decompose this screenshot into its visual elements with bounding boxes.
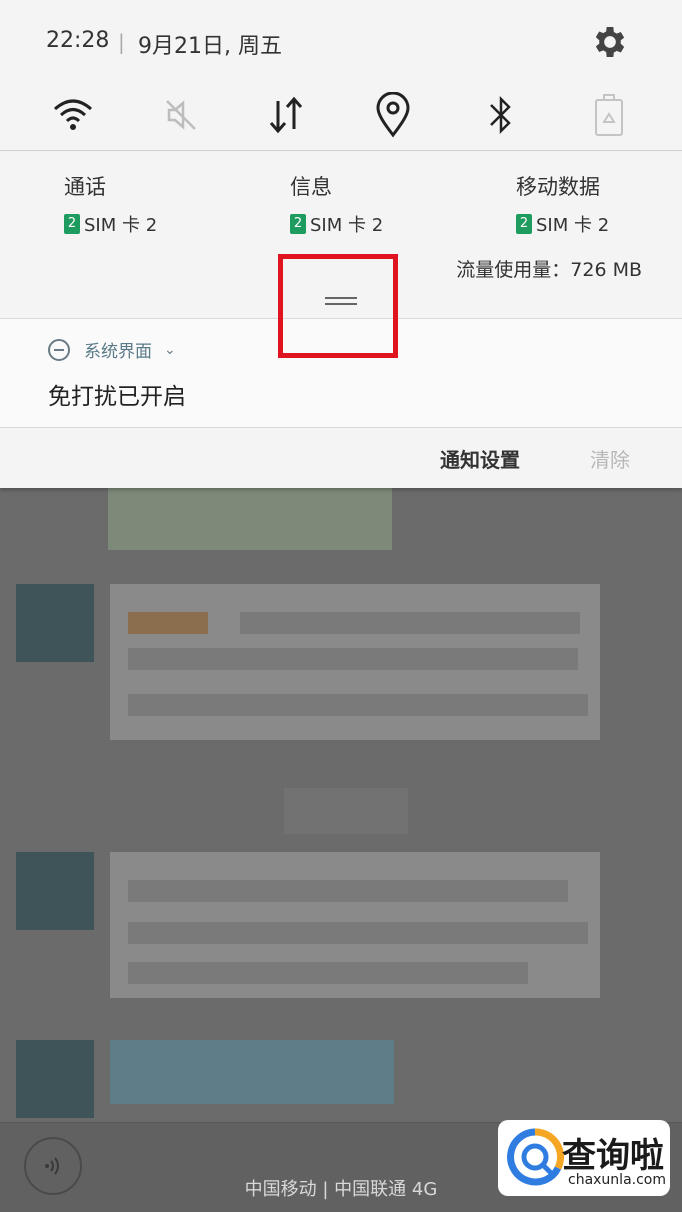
- sim-messages-value: SIM 卡 2: [310, 215, 384, 236]
- blurred-message-bubble: [110, 584, 600, 740]
- separator: |: [118, 30, 125, 54]
- sound-muted-icon: [166, 100, 196, 130]
- blurred-image-message: [108, 488, 392, 550]
- sim-mobile-data-title: 移动数据: [516, 175, 600, 199]
- sim-calls-title: 通话: [64, 175, 106, 199]
- voice-icon: [45, 1157, 59, 1175]
- location-toggle[interactable]: [366, 88, 420, 142]
- sim-mobile-data[interactable]: 移动数据 2 SIM 卡 2: [516, 171, 609, 237]
- power-saving-toggle[interactable]: [582, 88, 636, 142]
- do-not-disturb-icon: [48, 338, 70, 361]
- notification-shade: 22:28 | 9月21日, 周五 通话 2 SIM 卡 2 信息 2 SIM …: [0, 0, 682, 488]
- avatar: [16, 584, 94, 662]
- avatar: [16, 1040, 94, 1118]
- sim-badge: 2: [64, 214, 80, 234]
- annotation-highlight-box: [278, 254, 398, 358]
- location-icon: [376, 92, 410, 138]
- clear-button[interactable]: 清除: [590, 444, 630, 473]
- blurred-image-message: [110, 1040, 394, 1104]
- gear-icon[interactable]: [590, 22, 630, 62]
- wifi-icon: [54, 99, 92, 130]
- chat-background: [0, 488, 682, 1212]
- sim-messages-title: 信息: [290, 175, 332, 199]
- data-usage: 流量使用量：726 MB: [456, 259, 642, 281]
- shade-actions: 通知设置 清除: [0, 430, 682, 488]
- quick-toggles: [0, 88, 682, 148]
- sim-calls[interactable]: 通话 2 SIM 卡 2: [64, 171, 157, 237]
- notification-app-name: 系统界面: [84, 342, 152, 362]
- mobile-data-toggle[interactable]: [259, 88, 313, 142]
- watermark-logo-icon: [507, 1128, 564, 1186]
- sound-toggle[interactable]: [154, 88, 208, 142]
- wifi-toggle[interactable]: [46, 88, 100, 142]
- sim-messages[interactable]: 信息 2 SIM 卡 2: [290, 171, 383, 237]
- status-row: 22:28 | 9月21日, 周五: [0, 0, 682, 88]
- blurred-message-bubble: [110, 852, 600, 998]
- notification-title: 免打扰已开启: [48, 384, 186, 410]
- notification-header: 系统界面 ⌄: [48, 337, 176, 362]
- sim-badge: 2: [290, 214, 306, 234]
- sim-mobile-data-value: SIM 卡 2: [536, 215, 610, 236]
- sim-badge: 2: [516, 214, 532, 234]
- chevron-down-icon[interactable]: ⌄: [164, 342, 176, 358]
- date: 9月21日, 周五: [138, 34, 282, 59]
- blurred-timestamp: [284, 788, 408, 834]
- bluetooth-toggle[interactable]: [474, 88, 528, 142]
- watermark-domain: chaxunla.com: [568, 1172, 666, 1188]
- watermark: 查询啦 chaxunla.com: [498, 1120, 670, 1196]
- power-saving-icon: [595, 94, 623, 136]
- sim-calls-value: SIM 卡 2: [84, 215, 158, 236]
- avatar: [16, 852, 94, 930]
- watermark-brand: 查询啦: [562, 1136, 664, 1176]
- bluetooth-icon: [490, 95, 511, 135]
- clock: 22:28: [46, 28, 110, 53]
- notification-settings-button[interactable]: 通知设置: [440, 444, 520, 473]
- data-transfer-icon: [269, 96, 303, 134]
